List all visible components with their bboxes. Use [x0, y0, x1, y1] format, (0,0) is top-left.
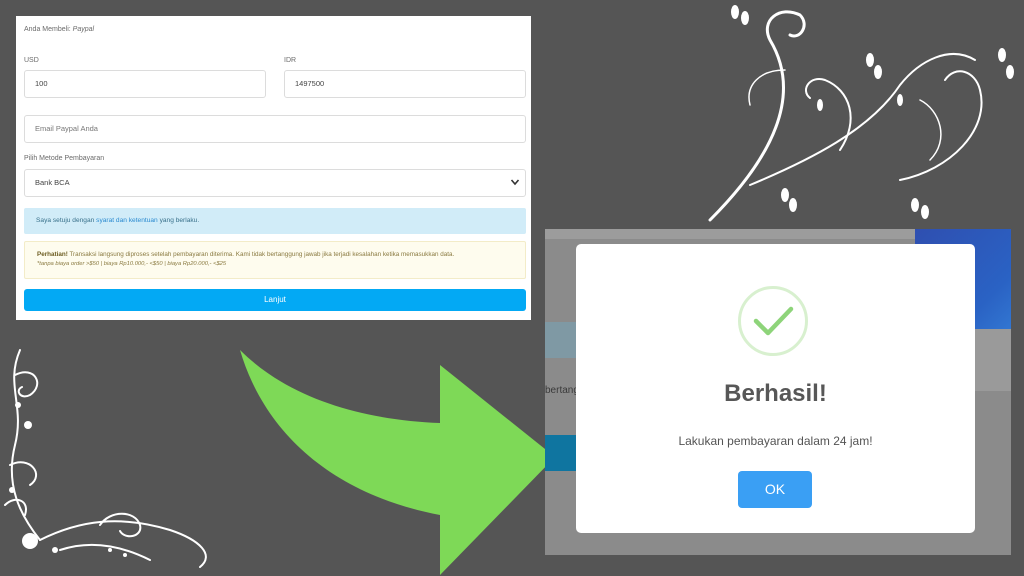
- terms-suffix: yang berlaku.: [159, 217, 200, 224]
- payment-method-value: Bank BCA: [35, 178, 70, 187]
- purchase-form-panel: Anda Membeli: Paypal USD 100 IDR 1497500…: [16, 16, 531, 320]
- form-header: Anda Membeli: Paypal: [24, 26, 94, 33]
- background-header-area: [545, 229, 915, 239]
- idr-input-value: 1497500: [295, 79, 325, 88]
- usd-input[interactable]: 100: [24, 70, 266, 98]
- lanjut-button[interactable]: Lanjut: [24, 289, 526, 311]
- warning-text: Transaksi langsung diproses setelah pemb…: [69, 251, 455, 258]
- form-header-prefix: Anda Membeli:: [24, 26, 71, 33]
- fee-note: *tanpa biaya order >$50 | biaya Rp10.000…: [37, 261, 227, 267]
- terms-prefix: Saya setuju dengan: [36, 217, 95, 224]
- modal-title: Berhasil!: [724, 380, 827, 407]
- form-header-product: Paypal: [72, 26, 95, 33]
- usd-label: USD: [24, 57, 39, 64]
- success-icon-ring: [738, 286, 808, 356]
- warning-title: Perhatian!: [37, 251, 68, 258]
- floral-swirl-decoration-bottom-left: [4, 349, 207, 568]
- payment-method-label: Pilih Metode Pembayaran: [24, 155, 105, 162]
- check-icon: [753, 306, 794, 336]
- payment-method-select[interactable]: Bank BCA: [24, 169, 526, 197]
- green-arrow-graphic: [240, 350, 555, 575]
- modal-message: Lakukan pembayaran dalam 24 jam!: [678, 434, 873, 448]
- chevron-down-icon: [510, 179, 520, 186]
- background-partial-text: bertang: [545, 385, 579, 396]
- terms-link[interactable]: syarat dan ketentuan: [96, 217, 158, 224]
- idr-input[interactable]: 1497500: [284, 70, 526, 98]
- ok-button[interactable]: OK: [738, 471, 812, 508]
- email-paypal-input[interactable]: Email Paypal Anda: [24, 115, 526, 143]
- success-modal: Berhasil! Lakukan pembayaran dalam 24 ja…: [576, 244, 975, 533]
- usd-input-value: 100: [35, 79, 48, 88]
- terms-agreement-notice: Saya setuju dengan syarat dan ketentuan …: [24, 208, 526, 234]
- warning-notice: Perhatian! Transaksi langsung diproses s…: [24, 241, 526, 279]
- floral-swirl-decoration-top-right: [708, 5, 1014, 222]
- idr-label: IDR: [284, 57, 297, 64]
- email-placeholder: Email Paypal Anda: [35, 124, 98, 133]
